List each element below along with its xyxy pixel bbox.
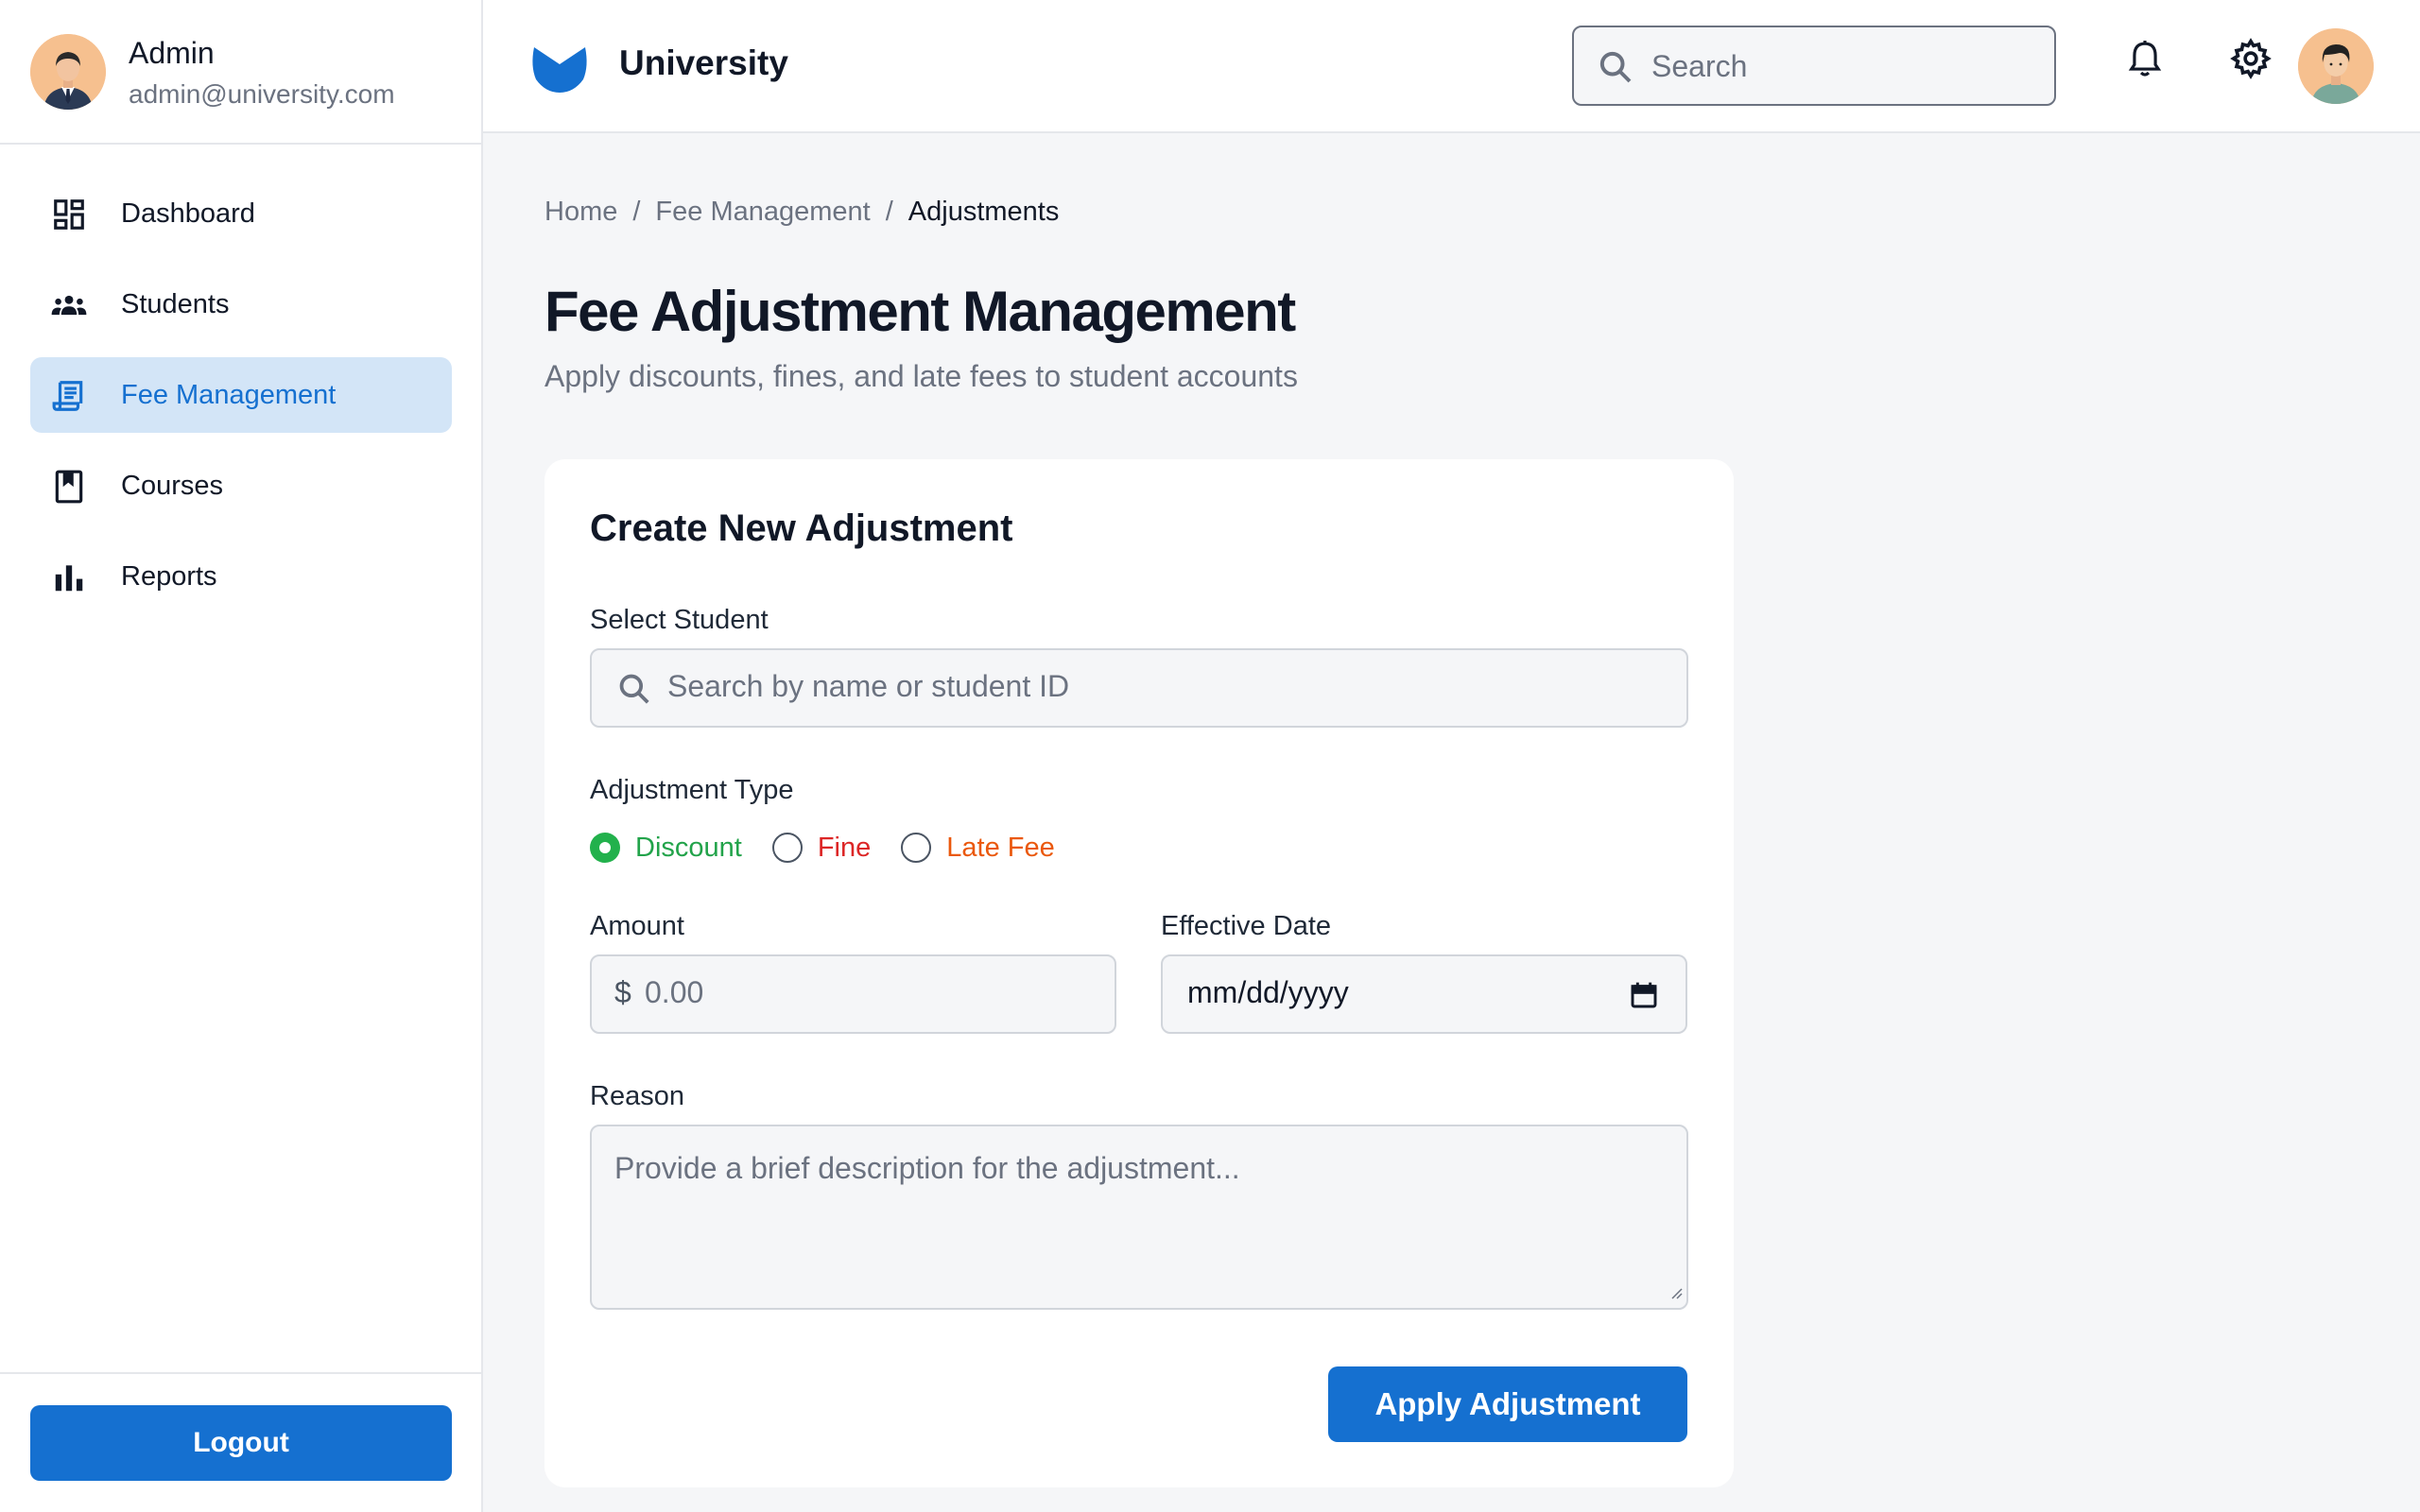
sidebar-item-reports[interactable]: Reports (30, 539, 452, 614)
date-placeholder: mm/dd/yyyy (1187, 975, 1349, 1009)
radio-discount-label: Discount (635, 832, 742, 863)
people-icon (51, 287, 87, 323)
user-avatar[interactable] (2298, 28, 2374, 104)
breadcrumb-home[interactable]: Home (544, 197, 617, 228)
admin-email: admin@university.com (129, 79, 395, 109)
student-label: Select Student (590, 605, 769, 635)
calendar-icon[interactable] (1629, 979, 1659, 1016)
logout-button[interactable]: Logout (30, 1405, 452, 1481)
sidebar-item-label: Students (121, 288, 230, 319)
form-title: Create New Adjustment (590, 507, 1013, 549)
sidebar-divider (0, 1372, 481, 1374)
search-icon (1597, 48, 1634, 86)
sidebar-item-label: Courses (121, 470, 223, 501)
topbar: University (483, 0, 2420, 133)
page-subtitle: Apply discounts, fines, and late fees to… (544, 359, 1298, 393)
amount-placeholder: 0.00 (645, 975, 704, 1009)
amount-label: Amount (590, 911, 684, 941)
university-logo-icon (530, 38, 589, 96)
radio-fine-circle[interactable] (771, 833, 803, 863)
settings-button[interactable] (2230, 37, 2272, 84)
reason-label: Reason (590, 1081, 684, 1111)
book-icon (51, 469, 87, 505)
adjustment-form-card: Create New Adjustment Select Student Sea… (544, 459, 1734, 1487)
gear-icon (2230, 37, 2272, 84)
sidebar-item-label: Reports (121, 560, 217, 592)
student-search-placeholder: Search by name or student ID (667, 669, 1070, 703)
bar-chart-icon (51, 559, 87, 595)
resize-handle-icon[interactable] (1668, 1284, 1683, 1304)
radio-fine-label: Fine (817, 832, 872, 863)
sidebar-item-courses[interactable]: Courses (30, 448, 452, 524)
reason-textarea[interactable]: Provide a brief description for the adju… (590, 1125, 1688, 1310)
breadcrumb-separator: / (885, 197, 893, 227)
reason-placeholder: Provide a brief description for the adju… (614, 1151, 1240, 1185)
sidebar-item-students[interactable]: Students (30, 266, 452, 342)
search-icon (616, 671, 652, 712)
admin-name: Admin (129, 36, 215, 70)
currency-prefix: $ (614, 975, 631, 1009)
receipt-icon (51, 378, 87, 414)
search-input[interactable] (1651, 41, 2030, 92)
radio-late-fee[interactable]: Late Fee (901, 832, 1055, 864)
breadcrumb-separator: / (632, 197, 641, 227)
adjustment-type-label: Adjustment Type (590, 775, 794, 805)
sidebar-item-label: Fee Management (121, 379, 337, 410)
global-search[interactable] (1572, 26, 2056, 106)
effective-date-input[interactable]: mm/dd/yyyy (1161, 954, 1687, 1034)
admin-avatar (30, 34, 106, 110)
notifications-button[interactable] (2124, 38, 2166, 83)
radio-fine[interactable]: Fine (771, 832, 872, 864)
radio-late-fee-circle[interactable] (901, 833, 932, 863)
sidebar-nav: Dashboard Students Fee Management Course… (30, 176, 452, 629)
radio-discount-circle[interactable] (590, 833, 620, 863)
sidebar-item-dashboard[interactable]: Dashboard (30, 176, 452, 251)
breadcrumb-fee-management[interactable]: Fee Management (655, 197, 870, 228)
amount-input[interactable]: $ 0.00 (590, 954, 1116, 1034)
sidebar-item-fee-management[interactable]: Fee Management (30, 357, 452, 433)
sidebar: Admin admin@university.com Dashboard Stu… (0, 0, 483, 1512)
breadcrumb-current: Adjustments (908, 197, 1060, 227)
adjustment-type-radio-group: Discount Fine Late Fee (590, 829, 1085, 867)
student-search-input[interactable]: Search by name or student ID (590, 648, 1688, 728)
sidebar-profile: Admin admin@university.com (0, 0, 481, 145)
radio-discount[interactable]: Discount (590, 833, 742, 864)
effective-date-label: Effective Date (1161, 911, 1332, 941)
brand-name: University (619, 43, 788, 82)
sidebar-item-label: Dashboard (121, 198, 255, 229)
breadcrumb: Home / Fee Management / Adjustments (544, 197, 1059, 228)
dashboard-icon (51, 197, 87, 232)
bell-icon (2127, 38, 2163, 84)
apply-adjustment-button[interactable]: Apply Adjustment (1328, 1366, 1687, 1442)
page-title: Fee Adjustment Management (544, 280, 1296, 343)
radio-late-fee-label: Late Fee (946, 832, 1055, 863)
